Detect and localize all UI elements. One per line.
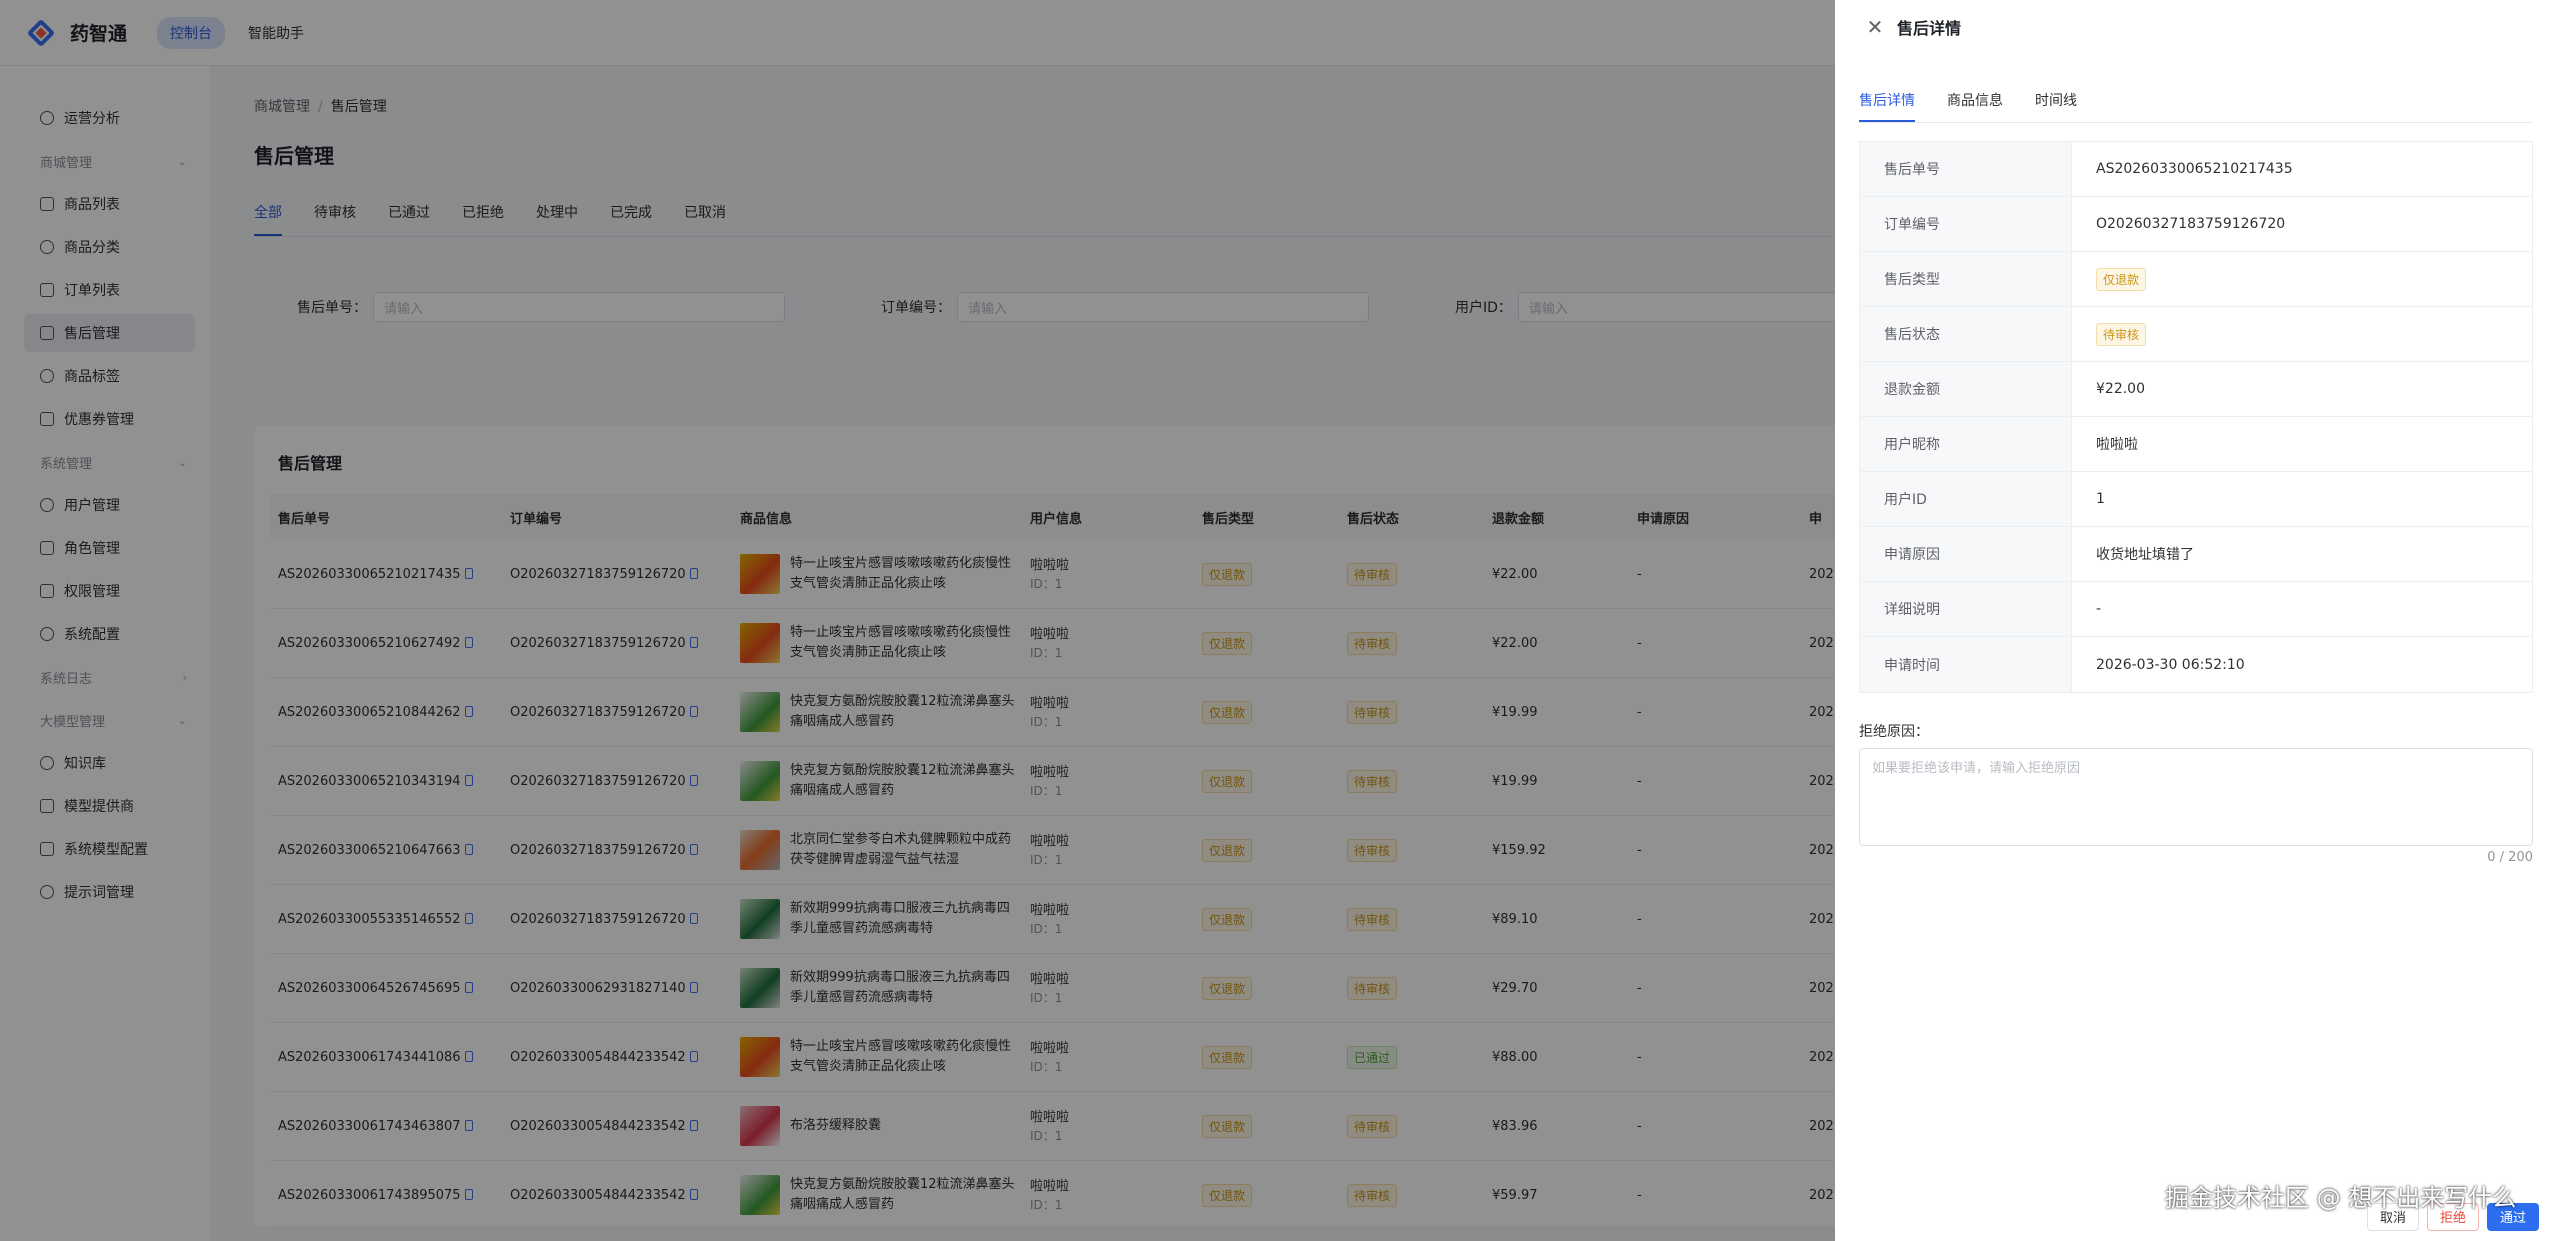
- detail-value: 收货地址填错了: [2096, 547, 2194, 563]
- watermark: 掘金技术社区 @ 想不出来写什么: [2165, 1184, 2517, 1212]
- detail-label: 售后单号: [1860, 142, 2072, 196]
- close-icon[interactable]: ✕: [1865, 17, 1885, 37]
- detail-row: 售后状态 待审核: [1860, 307, 2532, 362]
- drawer-title: 售后详情: [1897, 19, 1962, 38]
- detail-label: 申请原因: [1860, 527, 2072, 581]
- detail-label: 用户ID: [1860, 472, 2072, 526]
- detail-label: 售后状态: [1860, 307, 2072, 361]
- detail-value: 1: [2096, 491, 2105, 507]
- char-counter: 0 / 200: [2487, 850, 2533, 865]
- detail-tag: 仅退款: [2096, 267, 2147, 291]
- detail-label: 详细说明: [1860, 582, 2072, 636]
- detail-label: 用户昵称: [1860, 417, 2072, 471]
- detail-descriptions: 售后单号 AS20260330065210217435 订单编号 O202603271…: [1859, 141, 2533, 693]
- detail-row: 退款金额 ¥22.00: [1860, 362, 2532, 417]
- detail-label: 申请时间: [1860, 637, 2072, 692]
- detail-label: 订单编号: [1860, 197, 2072, 251]
- detail-row: 售后类型 仅退款: [1860, 252, 2532, 307]
- detail-row: 详细说明 -: [1860, 582, 2532, 637]
- drawer-tab[interactable]: 售后详情: [1859, 90, 1915, 122]
- drawer-tabs: 售后详情 商品信息 时间线: [1859, 90, 2533, 123]
- detail-row: 用户昵称 啦啦啦: [1860, 417, 2532, 472]
- detail-value: -: [2096, 601, 2102, 617]
- reject-reason-textarea[interactable]: 如果要拒绝该申请，请输入拒绝原因: [1859, 748, 2533, 846]
- drawer-tab[interactable]: 时间线: [2035, 90, 2077, 122]
- detail-value: 待审核: [2072, 307, 2532, 361]
- detail-row: 订单编号 O20260327183759126720: [1860, 197, 2532, 252]
- detail-row: 用户ID 1: [1860, 472, 2532, 527]
- drawer-tab[interactable]: 商品信息: [1947, 90, 2003, 122]
- detail-row: 申请时间 2026-03-30 06:52:10: [1860, 637, 2532, 692]
- detail-value: 仅退款: [2072, 252, 2532, 306]
- drawer-header: ✕ 售后详情: [1835, 0, 2555, 54]
- detail-value: ¥22.00: [2096, 381, 2145, 397]
- reject-reason-label: 拒绝原因：: [1859, 724, 1929, 740]
- detail-value: AS20260330065210217435: [2096, 161, 2293, 177]
- detail-row: 申请原因 收货地址填错了: [1860, 527, 2532, 582]
- detail-value: O20260327183759126720: [2096, 216, 2286, 232]
- detail-value: 2026-03-30 06:52:10: [2096, 656, 2245, 673]
- detail-label: 售后类型: [1860, 252, 2072, 306]
- detail-row: 售后单号 AS20260330065210217435: [1860, 142, 2532, 197]
- after-sales-detail-drawer: ✕ 售后详情 售后详情 商品信息 时间线 售后单号 AS202603300652102…: [1835, 0, 2555, 1241]
- detail-tag: 待审核: [2096, 322, 2147, 346]
- detail-value: 啦啦啦: [2096, 437, 2138, 453]
- detail-label: 退款金额: [1860, 362, 2072, 416]
